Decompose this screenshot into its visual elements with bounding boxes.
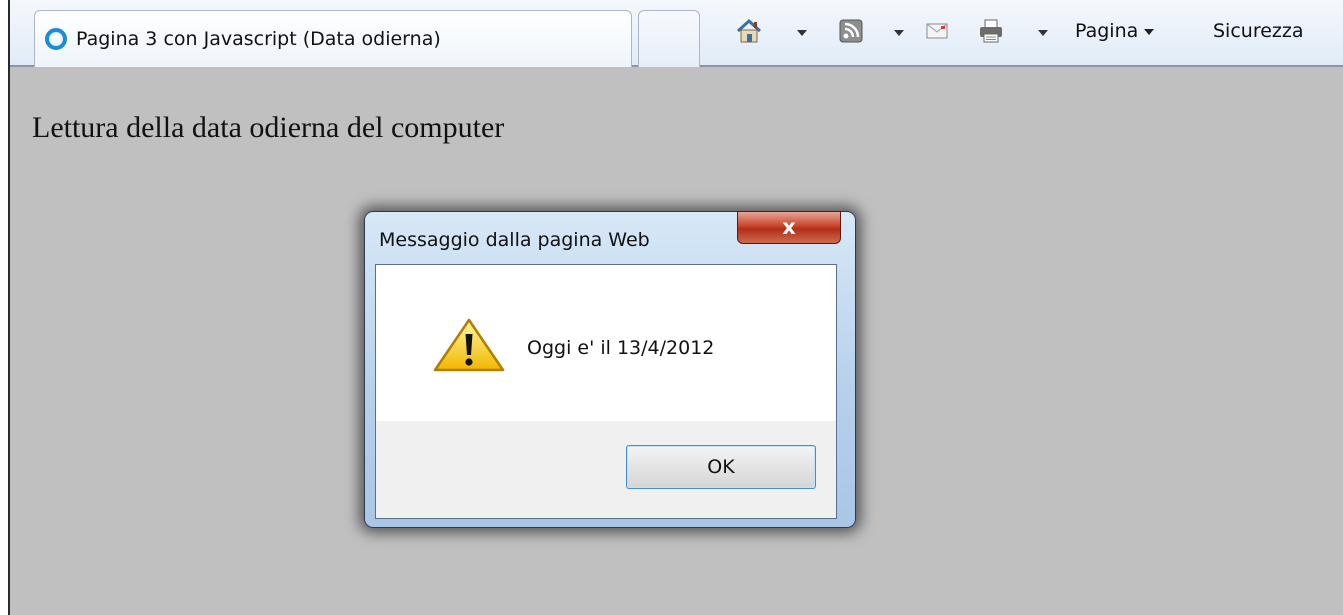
new-tab-button[interactable] — [638, 10, 700, 67]
dialog-title: Messaggio dalla pagina Web — [379, 229, 650, 251]
dialog-body: Oggi e' il 13/4/2012 OK — [375, 264, 837, 519]
menu-sicurezza[interactable]: Sicurezza — [1213, 20, 1304, 42]
close-button[interactable]: x — [737, 211, 841, 244]
home-icon[interactable] — [736, 18, 762, 44]
warning-icon — [433, 318, 505, 372]
ie-loading-icon — [45, 28, 67, 50]
dialog-message: Oggi e' il 13/4/2012 — [527, 337, 715, 359]
tab-active[interactable]: Pagina 3 con Javascript (Data odierna) — [34, 10, 632, 67]
print-dropdown-arrow[interactable] — [1038, 30, 1048, 36]
read-mail-icon[interactable] — [924, 18, 950, 44]
browser-window: Pagina 3 con Javascript (Data odierna) P… — [8, 0, 1343, 615]
page-heading: Lettura della data odierna del computer — [32, 111, 505, 144]
page-content: Lettura della data odierna del computer … — [10, 67, 1343, 615]
home-dropdown-arrow[interactable] — [797, 30, 807, 36]
feeds-dropdown-arrow[interactable] — [894, 30, 904, 36]
menu-pagina[interactable]: Pagina — [1075, 20, 1155, 42]
menu-pagina-label: Pagina — [1075, 20, 1139, 42]
ok-button[interactable]: OK — [626, 445, 816, 489]
dialog-button-area: OK — [376, 421, 836, 518]
close-icon: x — [782, 215, 796, 239]
alert-dialog: Messaggio dalla pagina Web x Oggi e' il … — [364, 211, 856, 528]
print-icon[interactable] — [978, 18, 1004, 44]
tab-title: Pagina 3 con Javascript (Data odierna) — [76, 28, 441, 50]
browser-toolbar: Pagina 3 con Javascript (Data odierna) P… — [10, 0, 1343, 67]
chevron-down-icon — [1144, 28, 1155, 35]
feeds-icon[interactable] — [838, 18, 864, 44]
